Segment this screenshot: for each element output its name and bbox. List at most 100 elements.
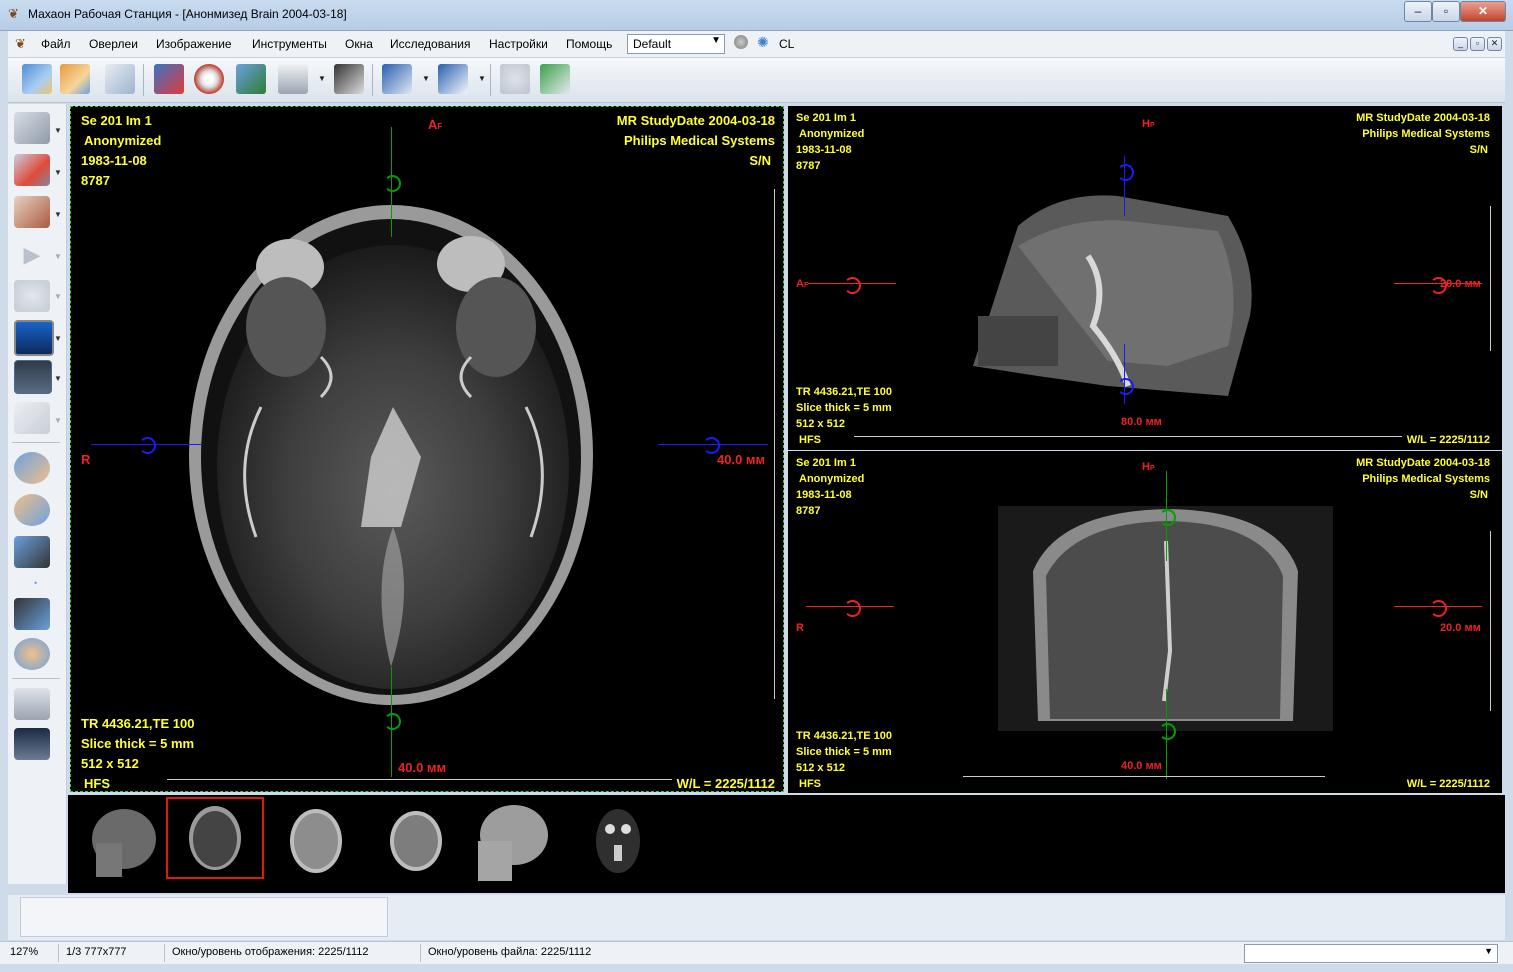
print-dropdown-arrow[interactable]: ▼ (318, 74, 326, 83)
preset-dropdown[interactable]: Default ▼ (627, 34, 725, 54)
gear-icon[interactable]: ✺ (757, 34, 769, 51)
film-icon[interactable] (334, 64, 364, 94)
toolbar-separator (372, 64, 373, 96)
protocol-dropdown-arrow[interactable]: ▼ (478, 74, 486, 83)
lungs-icon[interactable] (500, 64, 530, 94)
window-titlebar: ❦ Махаон Рабочая Станция - [Анонмизед Br… (0, 0, 1513, 31)
3d-tool-icon[interactable] (14, 280, 50, 312)
menu-settings[interactable]: Настройки (489, 37, 548, 51)
rotate-handle-icon[interactable] (139, 437, 156, 454)
head-dropdown-arrow[interactable]: ▼ (54, 210, 62, 219)
patient-next-icon[interactable] (14, 494, 50, 526)
menu-bar: ❦ Файл Оверлеи Изображение Инструменты О… (8, 31, 1505, 58)
orientation-left: R (796, 622, 804, 634)
overlay-matrix: 512 x 512 (796, 762, 845, 774)
menu-help[interactable]: Помощь (566, 37, 612, 51)
overlay-patient-id: 8787 (81, 173, 110, 188)
menu-file[interactable]: Файл (41, 37, 71, 51)
3d-dropdown-arrow[interactable]: ▼ (54, 292, 62, 301)
checklist-icon[interactable] (540, 64, 570, 94)
minimize-button[interactable]: – (1404, 1, 1432, 22)
monitor-dropdown-arrow[interactable]: ▼ (54, 334, 62, 343)
menu-studies[interactable]: Исследования (390, 37, 470, 51)
overlay-manufacturer: Philips Medical Systems (1362, 473, 1490, 485)
preset-value: Default (633, 37, 672, 51)
head-view-icon[interactable] (14, 196, 50, 228)
open-study-icon[interactable] (60, 64, 90, 94)
patient-info-icon[interactable] (14, 638, 50, 670)
calculator-icon[interactable] (14, 688, 50, 720)
maximize-button[interactable]: ▫ (1432, 1, 1460, 22)
rotate-handle-icon[interactable] (1159, 723, 1176, 740)
overlay-tr-te: TR 4436.21,TE 100 (81, 716, 195, 731)
rotate-handle-icon[interactable] (384, 713, 401, 730)
measure-tool-icon[interactable] (14, 154, 50, 186)
rotate-handle-icon[interactable] (384, 175, 401, 192)
overlay-series: Se 201 Im 1 (81, 113, 152, 128)
hanging-protocol-icon[interactable] (438, 64, 468, 94)
close-button[interactable]: ✕ (1460, 1, 1506, 22)
menu-tools[interactable]: Инструменты (252, 37, 327, 51)
measure-label-bottom: 40.0 мм (398, 760, 447, 775)
measure-dropdown-arrow[interactable]: ▼ (54, 168, 62, 177)
orientation-top: HP (1142, 118, 1155, 130)
thumbnail-series-1[interactable] (74, 801, 166, 881)
overlay-slice-thickness: Slice thick = 5 mm (796, 746, 892, 758)
thumbnail-series-5[interactable] (468, 801, 560, 881)
window-title: Махаон Рабочая Станция - [Анонмизед Brai… (28, 7, 347, 21)
menu-image[interactable]: Изображение (156, 37, 232, 51)
anatomy-dropdown-arrow[interactable]: ▼ (54, 416, 62, 425)
monitor-icon[interactable] (14, 320, 54, 356)
mdi-close-button[interactable]: ✕ (1487, 37, 1502, 51)
cl-button[interactable]: CL (779, 37, 794, 51)
overlay-tr-te: TR 4436.21,TE 100 (796, 386, 893, 398)
play-icon[interactable]: ▶ (14, 240, 50, 272)
vertical-ruler (1490, 531, 1491, 711)
status-zoom: 127% (10, 946, 39, 958)
axial-viewport[interactable]: Se 201 Im 1 Anonymized 1983-11-08 8787 M… (70, 106, 784, 792)
rotate-handle-icon[interactable] (844, 600, 861, 617)
thumbnail-series-6[interactable] (572, 801, 664, 881)
overlay-study-date: MR StudyDate 2004-03-18 (616, 113, 775, 128)
mdi-restore-button[interactable]: ▫ (1470, 37, 1485, 51)
crosshair-blue-bottom (1124, 344, 1125, 404)
roi-tool-icon[interactable] (14, 112, 50, 144)
left-toolbar-separator (12, 442, 60, 443)
rotate-handle-icon[interactable] (1117, 164, 1134, 181)
status-dropdown[interactable]: ▼ (1244, 944, 1498, 963)
anatomy-icon[interactable] (14, 402, 50, 434)
sagittal-viewport[interactable]: Se 201 Im 1 Anonymized 1983-11-08 8787 M… (788, 106, 1502, 450)
rotate-handle-icon[interactable] (1117, 378, 1134, 395)
rotate-handle-icon[interactable] (844, 277, 861, 294)
image-viewer-icon[interactable] (14, 728, 50, 760)
export-dropdown-arrow[interactable]: ▼ (422, 74, 430, 83)
brain-icon[interactable] (734, 35, 748, 49)
edit-document-icon[interactable] (105, 64, 135, 94)
overlay-tr-te: TR 4436.21,TE 100 (796, 730, 893, 742)
open-folder-icon[interactable] (22, 64, 52, 94)
print-icon[interactable] (278, 64, 308, 94)
patient-prev-icon[interactable] (14, 452, 50, 484)
thumbnail-series-2-selected[interactable] (166, 797, 264, 879)
thumbnail-series-4[interactable] (370, 801, 462, 881)
mdi-minimize-button[interactable]: _ (1453, 37, 1468, 51)
thumbnail-series-3[interactable] (270, 801, 362, 881)
left-toolbar-separator (12, 678, 60, 679)
menu-windows[interactable]: Окна (345, 37, 373, 51)
export-image-icon[interactable] (382, 64, 412, 94)
download-icon[interactable] (154, 64, 184, 94)
coronal-viewport[interactable]: Se 201 Im 1 Anonymized 1983-11-08 8787 M… (788, 451, 1502, 793)
layout-dropdown-arrow[interactable]: ▼ (54, 374, 62, 383)
layout-display-icon[interactable] (14, 360, 52, 394)
roi-dropdown-arrow[interactable]: ▼ (54, 126, 62, 135)
rotate-handle-icon[interactable] (1430, 600, 1447, 617)
edit-overlay-icon[interactable] (236, 64, 266, 94)
series-next-icon[interactable] (14, 598, 50, 630)
rotate-handle-icon[interactable] (1159, 509, 1176, 526)
series-prev-icon[interactable] (14, 536, 50, 568)
play-dropdown-arrow[interactable]: ▼ (54, 252, 62, 261)
menu-overlays[interactable]: Оверлеи (89, 37, 138, 51)
burn-disc-icon[interactable] (194, 64, 224, 94)
mdi-butterfly-icon[interactable]: ❦ (15, 36, 26, 52)
info-box (20, 897, 388, 937)
